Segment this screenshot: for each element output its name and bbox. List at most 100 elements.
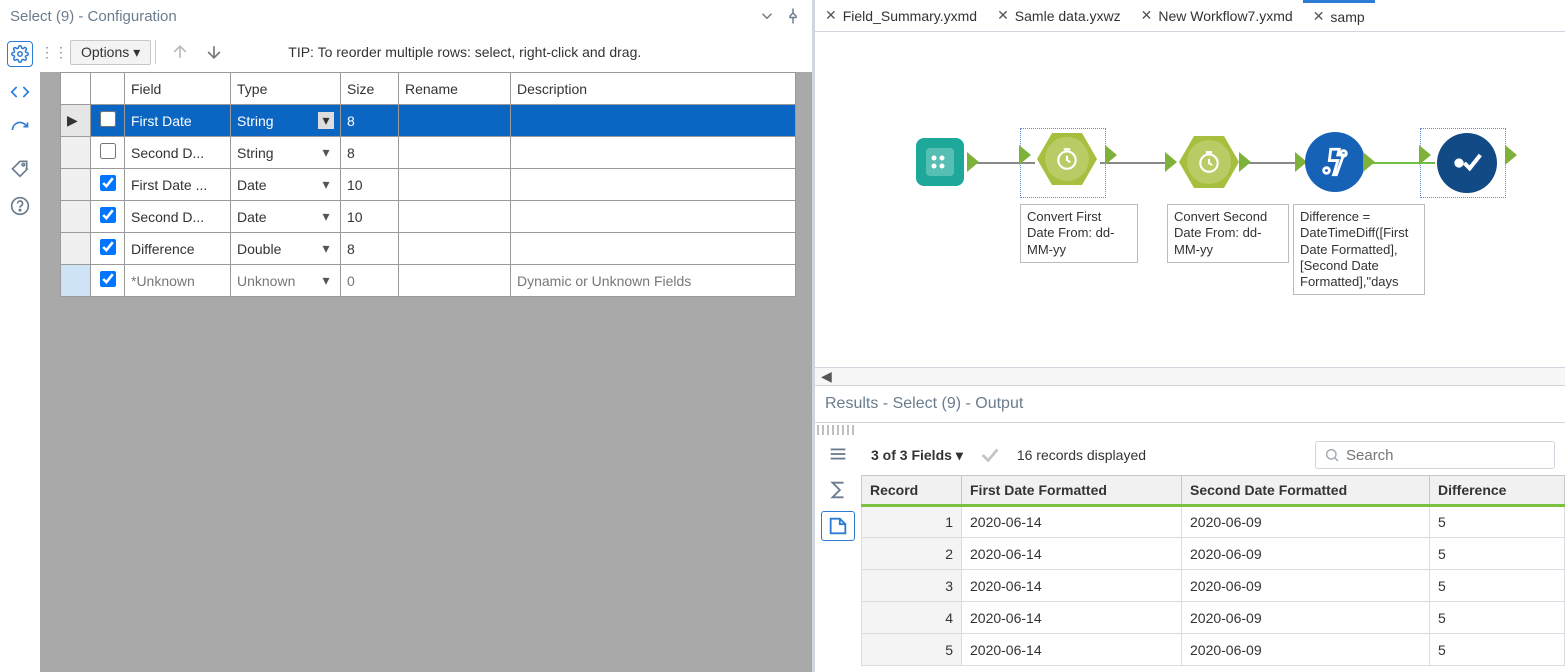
dropdown-icon[interactable]: ▾ (318, 240, 334, 257)
row-header[interactable] (61, 265, 91, 297)
cell-description[interactable] (511, 169, 796, 201)
canvas-scrollbar[interactable]: ◀ (815, 367, 1565, 385)
close-icon[interactable]: ✕ (1141, 7, 1153, 24)
row-checkbox-cell[interactable] (91, 105, 125, 137)
row-header[interactable] (61, 169, 91, 201)
results-row[interactable]: 32020-06-142020-06-095 (862, 570, 1565, 602)
cell-type[interactable]: String▾ (231, 137, 341, 169)
workflow-tab[interactable]: ✕New Workflow7.yxmd (1131, 0, 1303, 31)
workflow-tab[interactable]: ✕samp (1303, 0, 1375, 31)
dropdown-icon[interactable]: ▾ (318, 144, 334, 161)
close-icon[interactable]: ✕ (997, 7, 1009, 24)
input-anchor-icon[interactable] (1165, 152, 1177, 172)
grid-row[interactable]: DifferenceDouble▾8 (61, 233, 796, 265)
cell-rename[interactable] (399, 137, 511, 169)
options-dropdown[interactable]: Options ▾ (70, 40, 151, 65)
cell-size[interactable]: 10 (341, 201, 399, 233)
cell-type[interactable]: Date▾ (231, 201, 341, 233)
row-checkbox[interactable] (100, 175, 116, 191)
search-input[interactable] (1315, 441, 1555, 469)
close-icon[interactable]: ✕ (1313, 8, 1325, 25)
rows-view-icon[interactable] (821, 439, 855, 469)
cell-description[interactable] (511, 201, 796, 233)
cell-size[interactable]: 8 (341, 105, 399, 137)
cell-size[interactable]: 8 (341, 233, 399, 265)
row-checkbox-cell[interactable] (91, 169, 125, 201)
col-second-date[interactable]: Second Date Formatted (1182, 476, 1430, 506)
cell-description[interactable] (511, 105, 796, 137)
grid-row[interactable]: *UnknownUnknown▾0 Dynamic or Unknown Fiel… (61, 265, 796, 297)
row-checkbox-cell[interactable] (91, 201, 125, 233)
cell-field[interactable]: *Unknown (125, 265, 231, 297)
search-field[interactable] (1346, 447, 1546, 464)
col-size[interactable]: Size (341, 73, 399, 105)
cell-rename[interactable] (399, 233, 511, 265)
workflow-canvas[interactable]: Convert First Date From: dd-MM-yy Conver… (815, 32, 1565, 367)
results-row[interactable]: 42020-06-142020-06-095 (862, 602, 1565, 634)
sigma-icon[interactable] (821, 475, 855, 505)
col-rename[interactable]: Rename (399, 73, 511, 105)
cell-description[interactable] (511, 137, 796, 169)
row-checkbox[interactable] (100, 143, 116, 159)
cell-type[interactable]: Double▾ (231, 233, 341, 265)
gear-icon[interactable] (8, 42, 32, 66)
close-icon[interactable]: ✕ (825, 7, 837, 24)
output-anchor-icon[interactable] (1239, 152, 1251, 172)
dropdown-icon[interactable]: ▾ (318, 112, 334, 129)
metadata-icon[interactable] (821, 511, 855, 541)
cell-description[interactable] (511, 233, 796, 265)
fields-summary[interactable]: 3 of 3 Fields ▾ (871, 447, 963, 464)
row-checkbox[interactable] (100, 207, 116, 223)
results-row[interactable]: 52020-06-142020-06-095 (862, 634, 1565, 666)
cell-rename[interactable] (399, 105, 511, 137)
grid-row[interactable]: ▶ First DateString▾8 (61, 105, 796, 137)
tag-icon[interactable] (8, 156, 32, 180)
cell-field[interactable]: First Date ... (125, 169, 231, 201)
cell-type[interactable]: String▾ (231, 105, 341, 137)
cell-size[interactable]: 0 (341, 265, 399, 297)
fields-grid[interactable]: Field Type Size Rename Description ▶ Firs… (60, 72, 796, 297)
cell-description[interactable]: Dynamic or Unknown Fields (511, 265, 796, 297)
cell-rename[interactable] (399, 169, 511, 201)
cell-field[interactable]: Difference (125, 233, 231, 265)
col-desc[interactable]: Description (511, 73, 796, 105)
cell-rename[interactable] (399, 265, 511, 297)
move-up-button[interactable] (166, 38, 194, 66)
move-down-button[interactable] (200, 38, 228, 66)
results-row[interactable]: 12020-06-142020-06-095 (862, 506, 1565, 538)
chevron-down-icon[interactable] (758, 7, 776, 25)
col-first-date[interactable]: First Date Formatted (962, 476, 1182, 506)
tool-datetime-2[interactable] (1179, 136, 1239, 188)
drag-handle-icon[interactable]: ⋮⋮ (40, 44, 64, 61)
output-anchor-icon[interactable] (967, 152, 979, 172)
col-field[interactable]: Field (125, 73, 231, 105)
output-anchor-icon[interactable] (1505, 145, 1517, 165)
output-anchor-icon[interactable] (1105, 145, 1117, 165)
row-checkbox-cell[interactable] (91, 265, 125, 297)
workflow-tab[interactable]: ✕Samle data.yxwz (987, 0, 1131, 31)
cell-field[interactable]: Second D... (125, 201, 231, 233)
help-icon[interactable] (8, 194, 32, 218)
row-checkbox[interactable] (100, 111, 116, 127)
pin-icon[interactable] (784, 7, 802, 25)
results-grid[interactable]: Record First Date Formatted Second Date … (861, 475, 1565, 666)
input-anchor-icon[interactable] (1019, 145, 1031, 165)
col-record[interactable]: Record (862, 476, 962, 506)
row-header[interactable] (61, 137, 91, 169)
tool-select[interactable] (1437, 133, 1497, 193)
grid-row[interactable]: Second D...Date▾10 (61, 201, 796, 233)
tool-formula[interactable] (1305, 132, 1365, 192)
cell-field[interactable]: First Date (125, 105, 231, 137)
grid-row[interactable]: First Date ...Date▾10 (61, 169, 796, 201)
cell-rename[interactable] (399, 201, 511, 233)
row-header[interactable] (61, 201, 91, 233)
cell-type[interactable]: Unknown▾ (231, 265, 341, 297)
row-checkbox-cell[interactable] (91, 233, 125, 265)
tool-input-data[interactable] (910, 132, 970, 192)
row-checkbox[interactable] (100, 271, 116, 287)
row-header[interactable]: ▶ (61, 105, 91, 137)
results-row[interactable]: 22020-06-142020-06-095 (862, 538, 1565, 570)
cell-field[interactable]: Second D... (125, 137, 231, 169)
col-type[interactable]: Type (231, 73, 341, 105)
scroll-left-icon[interactable]: ◀ (821, 368, 832, 385)
